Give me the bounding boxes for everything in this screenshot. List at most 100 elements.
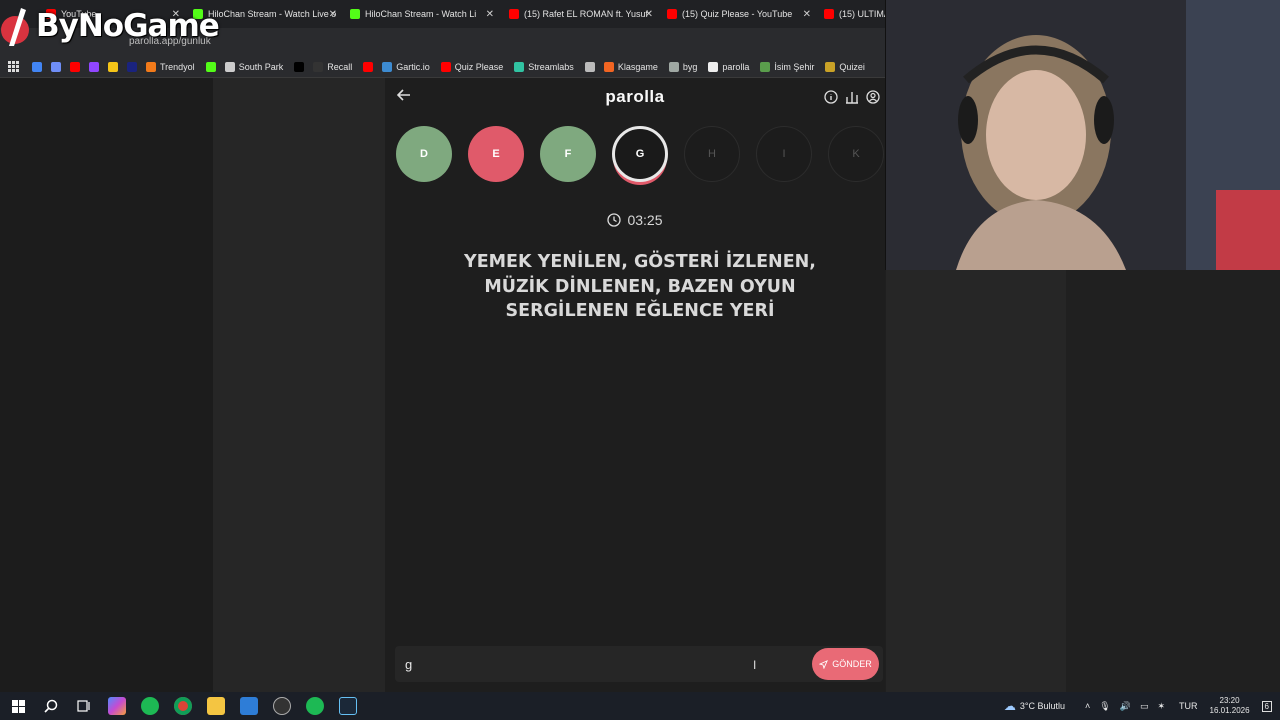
display-icon[interactable]: ▭ (1140, 701, 1149, 712)
tab-favicon-icon (509, 9, 519, 19)
bookmark-item[interactable] (108, 61, 118, 72)
bookmark-item[interactable] (205, 61, 216, 72)
tab-favicon-icon (350, 9, 360, 19)
bookmark-label: İsim Şehir (774, 61, 815, 72)
answer-input[interactable] (405, 654, 785, 674)
spotify-icon[interactable] (141, 697, 159, 715)
bookmark-favicon-icon (146, 61, 156, 72)
bookmark-item[interactable]: Quiz Please (440, 61, 504, 72)
apps-grid-icon[interactable] (8, 60, 20, 73)
bookmark-favicon-icon (51, 61, 61, 72)
tab-close-icon[interactable]: ✕ (486, 9, 494, 20)
spotify-icon-2[interactable] (306, 697, 324, 715)
stats-icon[interactable] (845, 90, 859, 104)
bookmark-item[interactable] (294, 61, 305, 72)
tab-title: HiloChan Stream - Watch Live o (208, 9, 337, 19)
bookmark-favicon-icon (70, 61, 80, 72)
bookmark-favicon-icon (127, 61, 137, 72)
bookmark-favicon-icon (363, 61, 374, 72)
bookmark-item[interactable]: İsim Şehir (760, 61, 815, 72)
bookmark-label: Gartic.io (396, 61, 430, 72)
letter-f-bubble: F (540, 126, 596, 182)
weather-text[interactable]: 3°C Bulutlu (1020, 701, 1065, 711)
send-button[interactable]: GÖNDER (812, 648, 879, 680)
bookmark-item[interactable] (363, 61, 374, 72)
letter-d-bubble: D (396, 126, 452, 182)
letter-k-bubble: K (828, 126, 884, 182)
browser-tab[interactable]: (15) ULTIMAT (824, 4, 886, 24)
bluetooth-icon[interactable]: ✶ (1157, 701, 1165, 712)
tab-close-icon[interactable]: ✕ (645, 9, 653, 20)
webcam-overlay (886, 0, 1280, 270)
browser-tab[interactable]: (15) Quiz Please - YouTube ✕ (667, 4, 813, 24)
bynogame-logo: ByNoGame (0, 4, 220, 48)
app-title: parolla (605, 87, 665, 106)
obs-icon[interactable] (273, 697, 291, 715)
bookmark-label: parolla (722, 61, 750, 72)
chrome-icon[interactable] (174, 697, 192, 715)
bookmark-item[interactable]: Trendyol (146, 61, 195, 72)
letter-g-bubble: G (612, 126, 668, 182)
question-text: YEMEK YENİLEN, GÖSTERİ İZLENEN, MÜZİK Dİ… (464, 252, 816, 321)
bookmark-favicon-icon (825, 61, 836, 72)
answer-bar: GÖNDER (395, 646, 883, 682)
volume-icon[interactable]: 🔊 (1120, 701, 1131, 712)
bookmark-favicon-icon (89, 61, 99, 72)
bookmark-item[interactable] (584, 61, 595, 72)
notification-icon[interactable]: 6 (1261, 700, 1272, 712)
bookmark-item[interactable] (32, 61, 42, 72)
copilot-icon[interactable] (108, 697, 126, 715)
bookmark-favicon-icon (224, 61, 235, 72)
letter-e-bubble: E (468, 126, 524, 182)
bookmark-favicon-icon (313, 61, 324, 72)
bookmark-favicon-icon (584, 61, 595, 72)
windows-start-icon[interactable] (9, 697, 27, 715)
page-right-area (886, 270, 1066, 692)
task-view-icon[interactable] (75, 697, 93, 715)
tab-close-icon[interactable]: ✕ (329, 9, 337, 20)
bookmark-item[interactable]: Klasgame (603, 61, 658, 72)
bookmark-label: Quiz Please (454, 61, 504, 72)
file-explorer-icon[interactable] (207, 697, 225, 715)
weather-icon[interactable]: ☁ (1004, 699, 1016, 713)
divider (885, 0, 886, 270)
bookmark-item[interactable]: Streamlabs (514, 61, 574, 72)
info-icon[interactable] (824, 90, 838, 104)
bookmark-item[interactable] (51, 61, 61, 72)
bookmark-favicon-icon (760, 61, 771, 72)
mail-icon[interactable] (240, 697, 258, 715)
send-icon (819, 659, 829, 669)
bookmark-item[interactable]: parolla (708, 61, 750, 72)
bookmark-item[interactable]: Quizei (825, 61, 865, 72)
search-icon[interactable] (42, 697, 60, 715)
bookmark-item[interactable]: South Park (224, 61, 283, 72)
microphone-icon[interactable]: 🎙 (1099, 701, 1110, 712)
profile-icon[interactable] (866, 90, 880, 104)
timer-value: 03:25 (627, 212, 663, 228)
steam-icon[interactable] (339, 697, 357, 715)
clock-time: 23:20 (1219, 696, 1240, 705)
tab-title: (15) ULTIMAT (839, 9, 886, 19)
page-far-right-area (1066, 270, 1280, 692)
browser-tab[interactable]: HiloChan Stream - Watch Li ✕ (350, 4, 496, 24)
bookmark-item[interactable]: byg (668, 61, 698, 72)
bookmark-item[interactable] (127, 61, 137, 72)
bookmark-item[interactable] (89, 61, 99, 72)
bookmark-label: byg (682, 61, 698, 72)
tab-close-icon[interactable]: ✕ (803, 9, 811, 20)
browser-tab[interactable]: (15) Rafet EL ROMAN ft. Yusuf ✕ (509, 4, 655, 24)
chevron-up-icon[interactable]: ˄ (1085, 701, 1090, 711)
bookmark-item[interactable]: Gartic.io (382, 61, 430, 72)
language-indicator[interactable]: TUR (1179, 701, 1198, 711)
timer: 03:25 (385, 212, 885, 228)
text-cursor-icon: I (753, 658, 757, 672)
logo-text: ByNoGame (36, 8, 220, 44)
parolla-app: parolla DEFGHIK 03:25 YEMEK YENİLEN, GÖS… (385, 78, 885, 692)
tab-favicon-icon (667, 9, 677, 19)
bookmark-favicon-icon (603, 61, 614, 72)
bookmark-item[interactable]: Recall (313, 61, 352, 72)
tab-title: HiloChan Stream - Watch Li (365, 9, 477, 19)
bookmark-item[interactable] (70, 61, 80, 72)
logo-mark-icon (0, 6, 30, 46)
clock[interactable]: 23:20 16.01.2026 (1210, 696, 1250, 716)
